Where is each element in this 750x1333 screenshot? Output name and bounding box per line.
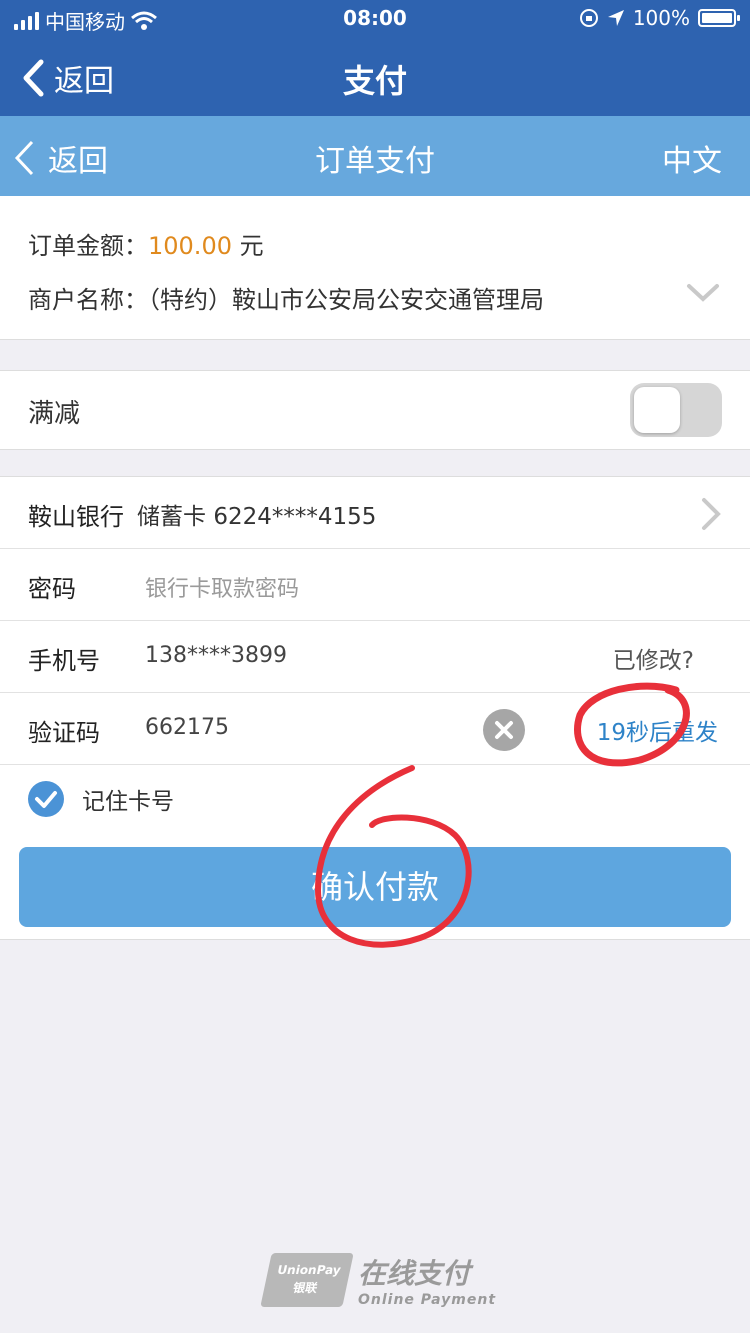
unionpay-logo: UnionPay 银联 在线支付 Online Payment: [260, 1252, 497, 1308]
phone-row: 手机号 138****3899 已修改?: [0, 621, 750, 693]
battery-icon: [698, 9, 740, 27]
unionpay-mark: UnionPay 银联: [260, 1253, 354, 1307]
remember-card[interactable]: 记住卡号: [28, 781, 174, 817]
card-type: 储蓄卡: [137, 504, 206, 530]
remember-label: 记住卡号: [82, 789, 174, 815]
payment-title: 订单支付: [315, 144, 435, 179]
footer-title: 在线支付: [358, 1257, 471, 1290]
logo-text-bottom: 银联: [291, 1281, 319, 1295]
resend-code-button[interactable]: 19秒后重发: [597, 713, 718, 747]
password-input[interactable]: 银行卡取款密码: [145, 571, 299, 603]
merchant-name: （特约）鞍山市公安局公安交通管理局: [148, 286, 544, 314]
chevron-right-icon: [702, 498, 721, 530]
payment-form: 鞍山银行 储蓄卡 6224****4155 密码 银行卡取款密码 手机号 138…: [0, 476, 750, 940]
password-label: 密码: [28, 575, 76, 603]
discount-row: 满减: [0, 370, 750, 450]
order-amount-value: 100.00: [148, 232, 232, 260]
battery-percent: 100%: [632, 6, 690, 30]
checkbox-checked-icon[interactable]: [28, 781, 64, 817]
footer-subtitle: Online Payment: [358, 1292, 497, 1308]
status-bar: 中国移动 08:00 100%: [0, 0, 750, 38]
card-selector[interactable]: 鞍山银行 储蓄卡 6224****4155: [0, 477, 750, 549]
bank-name: 鞍山银行: [28, 503, 124, 531]
payment-header: 返回 订单支付 中文: [0, 116, 750, 196]
verify-code-input[interactable]: 662175: [145, 715, 229, 740]
toggle-knob: [634, 387, 680, 433]
merchant-row: 商户名称：（特约）鞍山市公安局公安交通管理局: [28, 280, 544, 315]
password-row: 密码 银行卡取款密码: [0, 549, 750, 621]
verify-row: 验证码 662175 19秒后重发: [0, 693, 750, 765]
order-amount-row: 订单金额：100.00 元: [28, 226, 264, 261]
language-switch[interactable]: 中文: [662, 136, 722, 180]
phone-modified-link[interactable]: 已修改?: [613, 641, 694, 675]
phone-value: 138****3899: [145, 643, 287, 668]
location-icon: [607, 10, 624, 26]
phone-label: 手机号: [28, 647, 100, 675]
merchant-label: 商户名称：: [28, 286, 148, 314]
confirm-payment-button[interactable]: 确认付款: [19, 847, 731, 927]
clear-icon[interactable]: [483, 709, 525, 751]
rotation-lock-icon: [579, 9, 598, 27]
card-info: 储蓄卡 6224****4155: [137, 497, 376, 531]
app-nav: 返回 支付: [0, 40, 750, 116]
app-header: 中国移动 08:00 100% 返回 支付: [0, 0, 750, 116]
order-amount-unit: 元: [239, 232, 264, 260]
chevron-down-icon[interactable]: [686, 282, 720, 304]
order-amount-label: 订单金额：: [28, 232, 148, 260]
discount-toggle[interactable]: [630, 383, 722, 437]
app-title: 支付: [342, 62, 407, 100]
order-summary: 订单金额：100.00 元 商户名称：（特约）鞍山市公安局公安交通管理局: [0, 196, 750, 340]
logo-text-top: UnionPay: [276, 1263, 343, 1277]
verify-label: 验证码: [28, 719, 100, 747]
discount-label: 满减: [28, 399, 81, 429]
card-number: 6224****4155: [213, 504, 377, 530]
